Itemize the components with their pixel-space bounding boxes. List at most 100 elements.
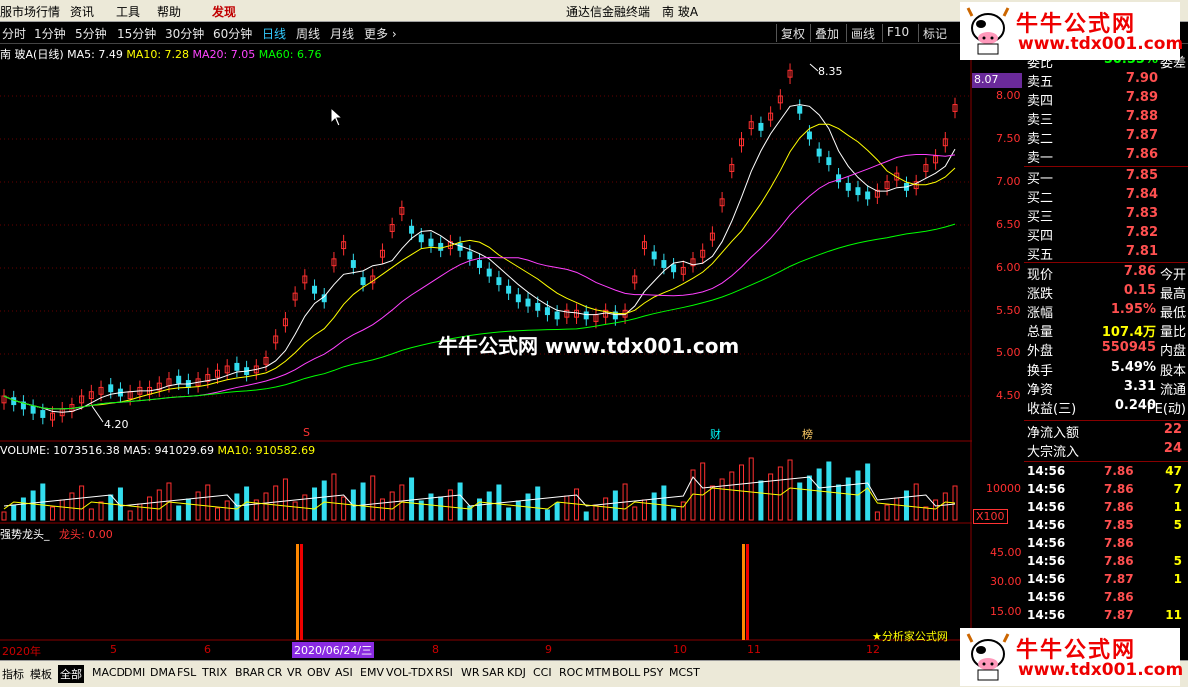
date-label: 6 (204, 643, 211, 656)
cow-mascot-icon (966, 7, 1010, 55)
stat-label-right: 量比 (1159, 325, 1186, 340)
volume-bar (331, 473, 337, 521)
period-60min[interactable]: 60分钟 (213, 25, 252, 42)
tab-asi[interactable]: ASI (333, 665, 355, 680)
sell-5-row[interactable]: 卖五 7.90 (1024, 71, 1188, 90)
menu-help[interactable]: 帮助 (157, 3, 181, 20)
sell-2-row[interactable]: 卖二 7.87 (1024, 128, 1188, 147)
period-more[interactable]: 更多 › (364, 25, 397, 42)
tab-sar[interactable]: SAR (480, 665, 506, 680)
tab-psy[interactable]: PSY (641, 665, 665, 680)
overlay-button[interactable]: 叠加 (810, 24, 843, 42)
tab-cr[interactable]: CR (265, 665, 284, 680)
buy-1-row[interactable]: 买一 7.85 (1024, 168, 1188, 187)
tab-brar[interactable]: BRAR (233, 665, 267, 680)
menu-market[interactable]: 服市场行情 (0, 3, 60, 20)
tick-qty: 1 (1173, 500, 1182, 514)
tab-template[interactable]: 模板 (28, 665, 54, 683)
tab-rsi[interactable]: RSI (433, 665, 455, 680)
period-week[interactable]: 周线 (296, 25, 320, 42)
restore-rights-button[interactable]: 复权 (776, 24, 809, 42)
tab-trix[interactable]: TRIX (200, 665, 229, 680)
tab-kdj[interactable]: KDJ (505, 665, 528, 680)
sell-level-price: 7.89 (1125, 90, 1158, 105)
tab-mcst[interactable]: MCST (667, 665, 702, 680)
volume-bar (282, 478, 288, 521)
stat-value: 5.49% (1110, 360, 1156, 375)
f10-button[interactable]: F10 (882, 24, 913, 42)
tab-dma[interactable]: DMA (148, 665, 178, 680)
candle-body (671, 264, 677, 273)
tab-all[interactable]: 全部 (58, 665, 84, 683)
tab-emv[interactable]: EMV (358, 665, 386, 680)
period-30min[interactable]: 30分钟 (165, 25, 204, 42)
menu-discover[interactable]: 发现 (212, 3, 236, 20)
volume-label: VOLUME: 1073516.38 (0, 444, 120, 457)
tab-roc[interactable]: ROC (557, 665, 585, 680)
tab-indicator[interactable]: 指标 (0, 665, 26, 683)
price-scale-label: 5.50 (996, 304, 1021, 317)
tab-cci[interactable]: CCI (531, 665, 554, 680)
buy-level-label: 买三 (1027, 210, 1054, 225)
buy-3-row[interactable]: 买三 7.83 (1024, 206, 1188, 225)
price-legend: 南 玻A(日线) MA5: 7.49 MA10: 7.28 MA20: 7.05… (0, 46, 321, 62)
tick-row: 14:56 7.86 (1024, 590, 1188, 608)
sell-1-row[interactable]: 卖一 7.86 (1024, 147, 1188, 166)
volume-bar (79, 485, 85, 521)
volume-bar (224, 500, 230, 521)
price-scale-label: 8.00 (996, 89, 1021, 102)
period-5min[interactable]: 5分钟 (75, 25, 107, 42)
volume-bar (826, 461, 832, 521)
tab-mtm[interactable]: MTM (583, 665, 613, 680)
high-pointer (809, 63, 819, 72)
period-15min[interactable]: 15分钟 (117, 25, 156, 42)
buy-5-row[interactable]: 买五 7.81 (1024, 244, 1188, 263)
volume-bar (457, 482, 463, 521)
tick-qty: 5 (1173, 518, 1182, 532)
event-marker-s[interactable]: S (303, 426, 310, 439)
period-1min[interactable]: 1分钟 (34, 25, 66, 42)
candle-body (525, 298, 531, 307)
period-month[interactable]: 月线 (330, 25, 354, 42)
volume-bar (263, 492, 269, 521)
tick-price: 7.87 (1104, 572, 1134, 586)
tab-boll[interactable]: BOLL (610, 665, 642, 680)
draw-button[interactable]: 画线 (846, 24, 879, 42)
buy-2-row[interactable]: 买二 7.84 (1024, 187, 1188, 206)
tab-vr[interactable]: VR (285, 665, 304, 680)
candle-body (535, 302, 541, 311)
volume-bar (865, 463, 871, 521)
sell-4-row[interactable]: 卖四 7.89 (1024, 90, 1188, 109)
buy-level-price: 7.85 (1125, 168, 1158, 183)
buy-level-label: 买二 (1027, 191, 1054, 206)
legend-ma20: MA20: 7.05 (192, 48, 256, 61)
candle-body (496, 277, 502, 286)
buy-4-row[interactable]: 买四 7.82 (1024, 225, 1188, 244)
tab-wr[interactable]: WR (459, 665, 482, 680)
sell-level-price: 7.87 (1125, 128, 1158, 143)
tick-price: 7.86 (1104, 500, 1134, 514)
volume-bar (564, 495, 570, 521)
tab-vol-tdx[interactable]: VOL-TDX (384, 665, 436, 680)
sell-3-row[interactable]: 卖三 7.88 (1024, 109, 1188, 128)
mark-button[interactable]: 标记 (918, 24, 951, 42)
indicator-legend: 强势龙头_ 龙头: 0.00 (0, 526, 113, 542)
flow-value: 22 (1163, 422, 1182, 437)
period-timeshare[interactable]: 分时 (2, 25, 26, 42)
tab-dmi[interactable]: DMI (122, 665, 147, 680)
volume-bar (59, 499, 65, 521)
menu-tools[interactable]: 工具 (116, 3, 140, 20)
price-scale-label: 6.00 (996, 261, 1021, 274)
event-marker-rank[interactable]: 榜 (802, 426, 813, 442)
period-day[interactable]: 日线 (262, 25, 286, 42)
event-marker-finance[interactable]: 财 (710, 426, 721, 442)
analyst-link[interactable]: ★分析家公式网 (872, 628, 948, 644)
tab-fsl[interactable]: FSL (175, 665, 198, 680)
price-scale-label: 6.50 (996, 218, 1021, 231)
tab-obv[interactable]: OBV (305, 665, 332, 680)
menu-news[interactable]: 资讯 (70, 3, 94, 20)
volume-scale-label: 10000 (986, 482, 1021, 495)
tick-qty: 1 (1173, 572, 1182, 586)
stat-row: 总量 107.4万 量比 (1024, 321, 1188, 340)
sell-level-label: 卖五 (1027, 75, 1054, 90)
